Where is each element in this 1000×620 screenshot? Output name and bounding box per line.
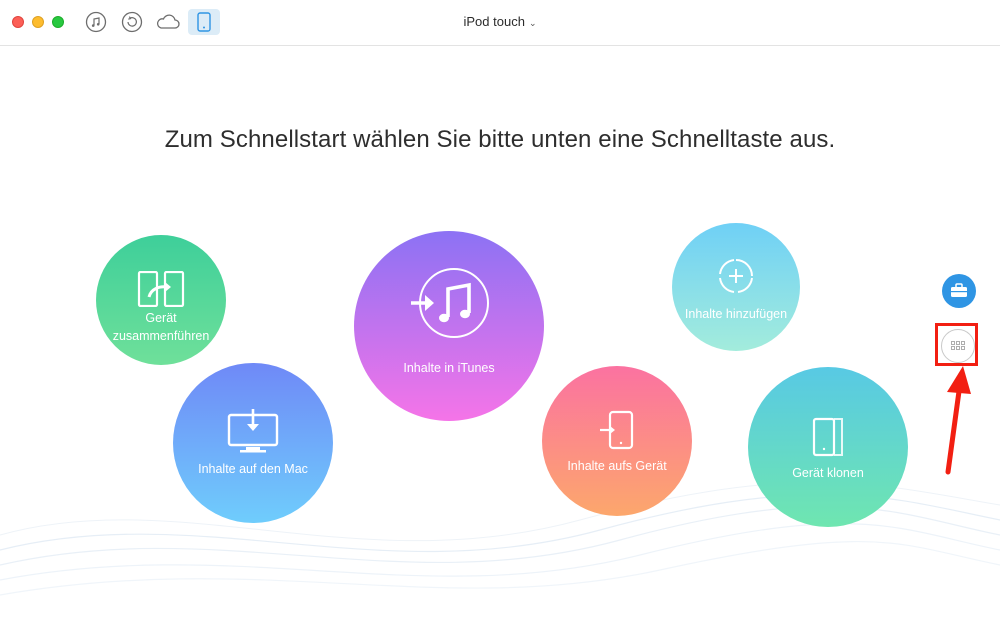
merge-devices-label-line1: Gerät [145, 311, 177, 325]
annotation-arrow-icon [945, 366, 971, 475]
device-selector[interactable]: iPod touch ⌄ [0, 14, 1000, 29]
toolbox-button[interactable] [942, 274, 976, 308]
content-to-itunes-shortcut[interactable]: Inhalte in iTunes [354, 231, 544, 421]
device-title-label: iPod touch [463, 14, 525, 29]
content-to-device-shortcut[interactable]: Inhalte aufs Gerät [542, 366, 692, 516]
annotation-highlight-box [935, 323, 978, 366]
clone-device-shortcut[interactable]: Gerät klonen [748, 367, 908, 527]
merge-devices-label-line2: zusammenführen [112, 329, 210, 343]
itunes-music-icon [411, 268, 489, 338]
content-to-itunes-label: Inhalte in iTunes [403, 361, 495, 375]
clone-device-label: Gerät klonen [792, 466, 864, 480]
content-to-mac-shortcut[interactable]: Inhalte auf den Mac [173, 363, 333, 523]
merge-devices-icon [137, 271, 185, 307]
content-to-device-label: Inhalte aufs Gerät [567, 459, 667, 473]
toolbox-icon [951, 283, 967, 297]
content-to-mac-label: Inhalte auf den Mac [198, 462, 308, 476]
title-bar: iPod touch ⌄ [0, 0, 1000, 46]
page-headline: Zum Schnellstart wählen Sie bitte unten … [164, 126, 836, 153]
device-import-icon [600, 410, 634, 450]
chevron-down-icon: ⌄ [528, 18, 537, 28]
monitor-download-icon [227, 409, 279, 453]
add-content-label: Inhalte hinzufügen [684, 307, 788, 321]
merge-devices-shortcut[interactable]: Gerät zusammenführen [96, 235, 226, 365]
add-content-icon [719, 259, 753, 293]
add-content-shortcut[interactable]: Inhalte hinzufügen [672, 223, 800, 351]
clone-device-icon [812, 417, 843, 457]
